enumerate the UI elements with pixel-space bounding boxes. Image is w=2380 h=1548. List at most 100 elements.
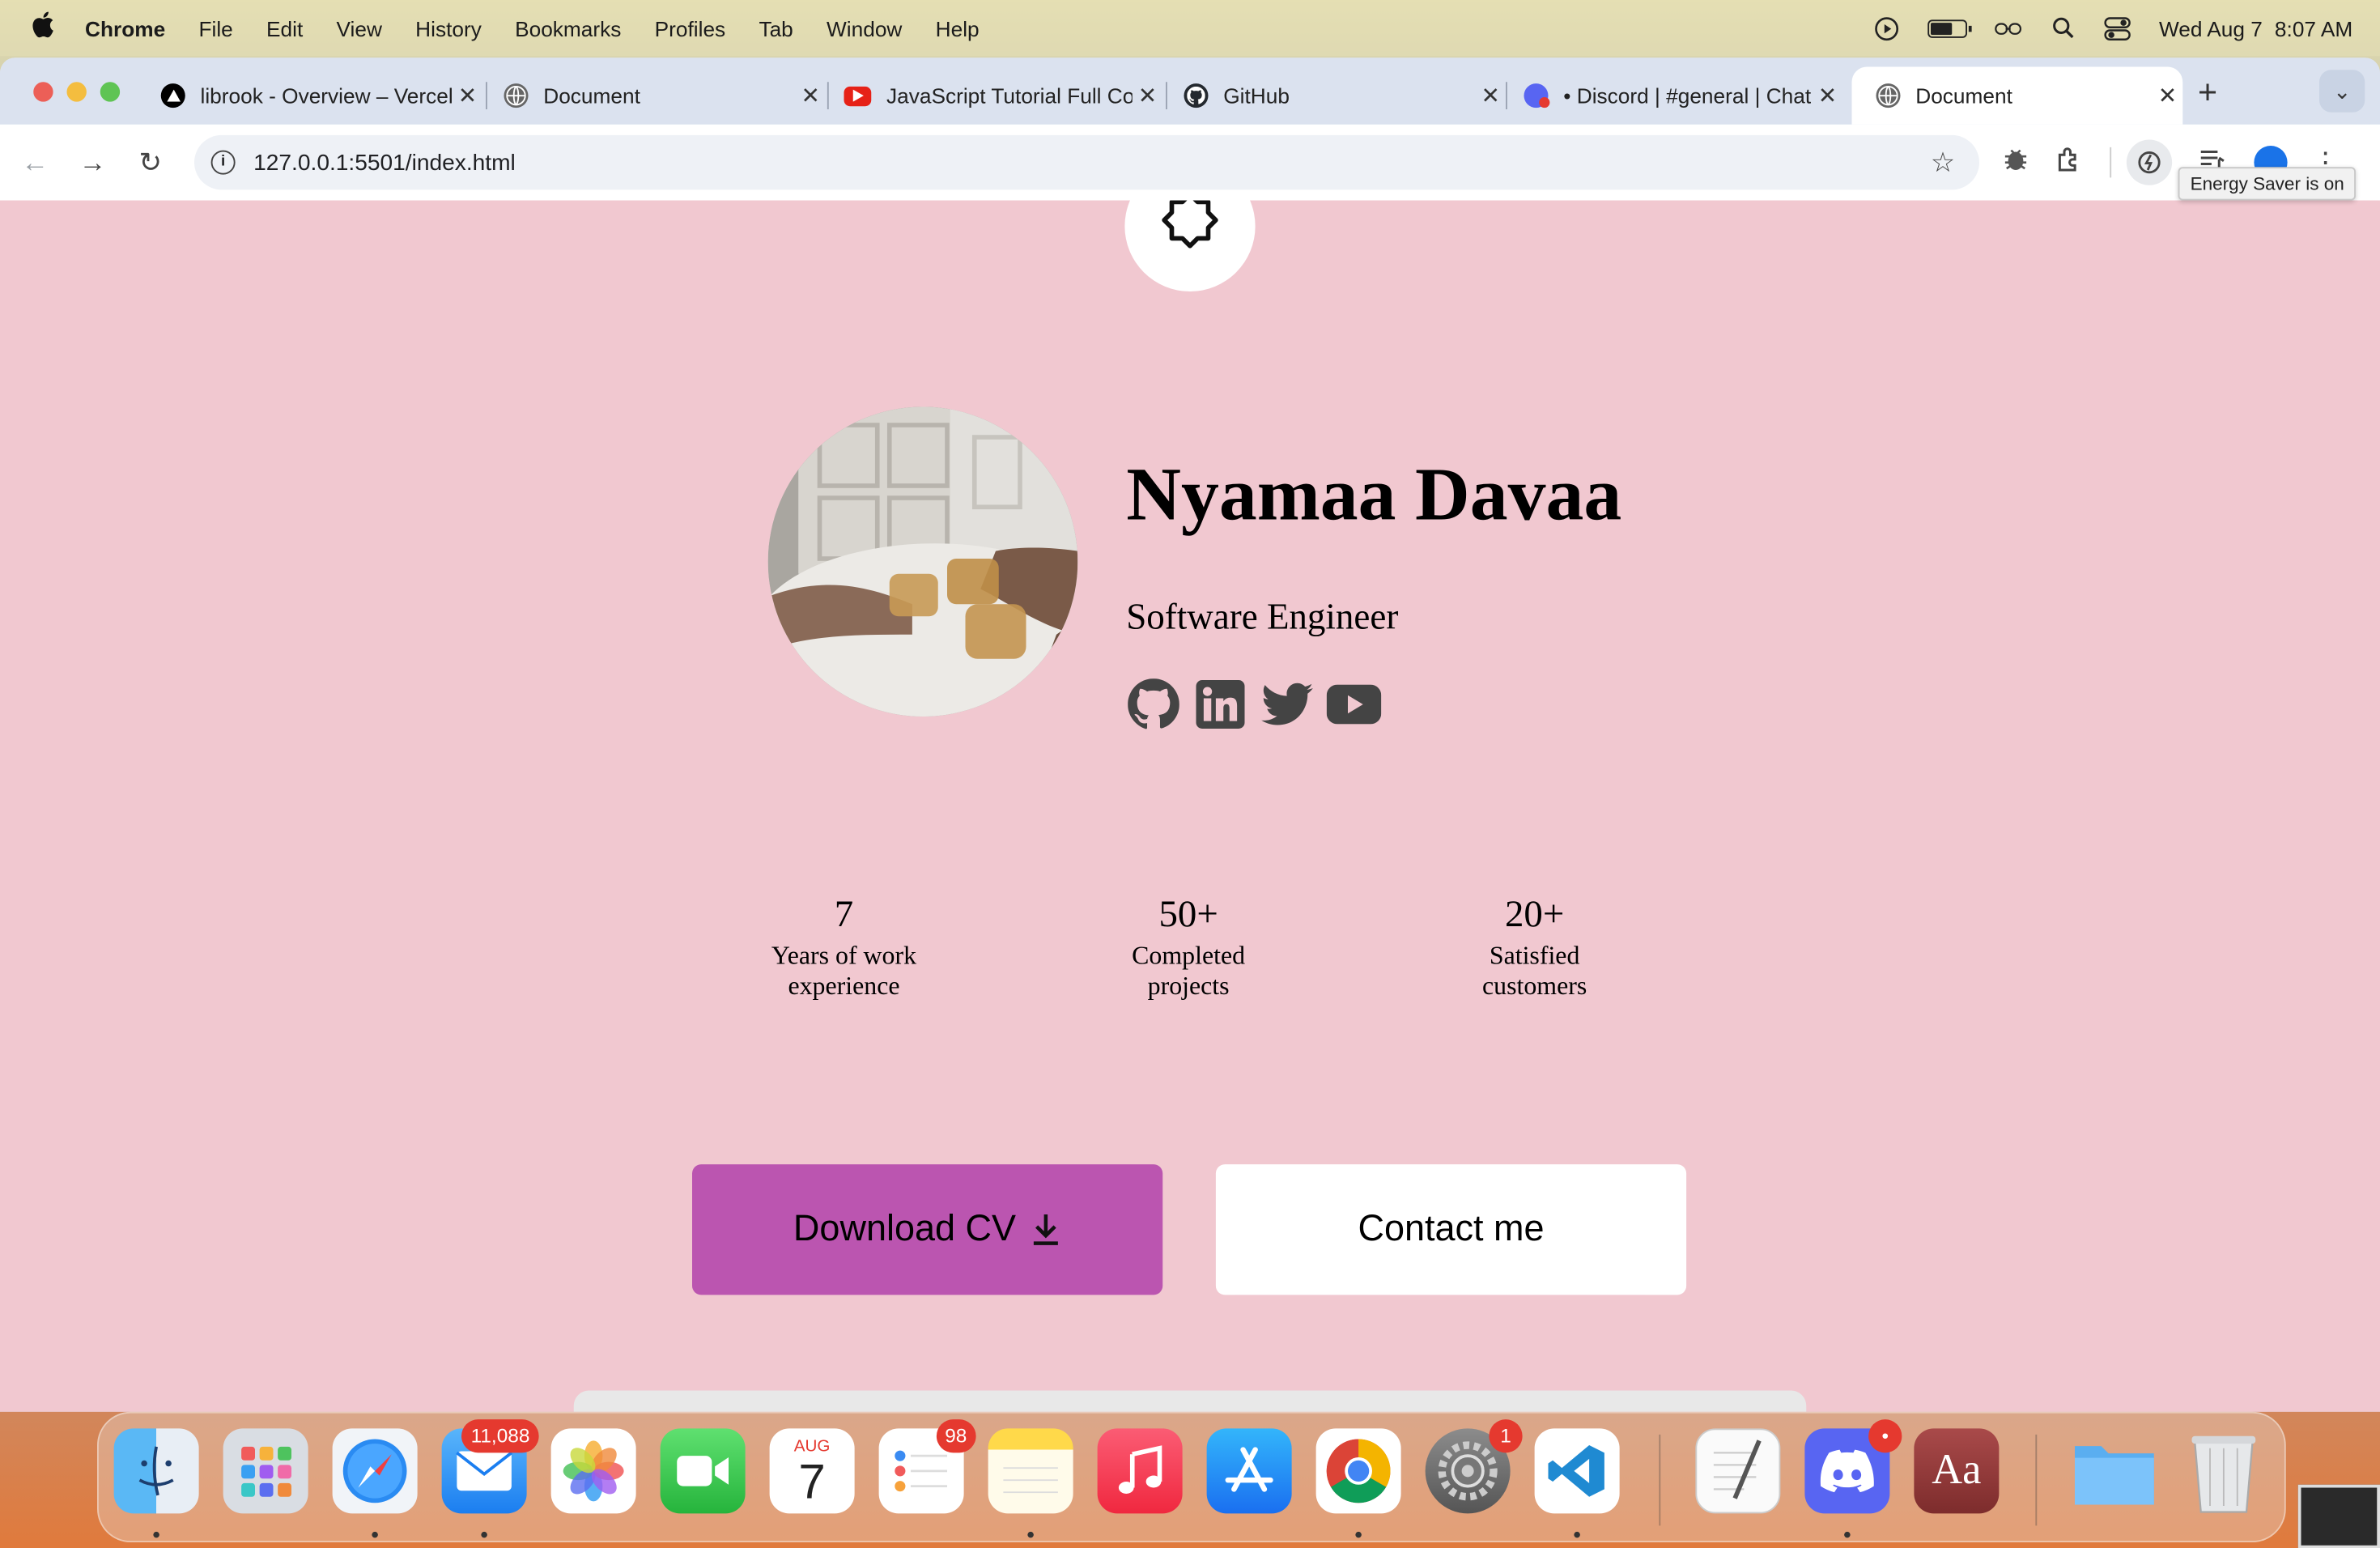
- stat-label: Satisfied customers: [1481, 941, 1587, 1001]
- download-cv-label: Download CV: [793, 1208, 1017, 1250]
- contact-me-button[interactable]: Contact me: [1215, 1164, 1687, 1295]
- tab-youtube[interactable]: JavaScript Tutorial Full Course ✕: [820, 67, 1163, 125]
- bug-extension-icon[interactable]: [2004, 145, 2028, 180]
- menu-edit[interactable]: Edit: [266, 16, 303, 40]
- address-bar[interactable]: i 127.0.0.1:5501/index.html ☆: [194, 134, 1979, 190]
- close-tab-icon[interactable]: ✕: [1813, 82, 1843, 109]
- menu-help[interactable]: Help: [936, 16, 980, 40]
- discord-badge: •: [1868, 1419, 1902, 1453]
- tab-strip: librook - Overview – Vercel ✕ Document ✕…: [0, 57, 2380, 125]
- screen-mirroring-icon[interactable]: [1995, 18, 2022, 39]
- folder-icon[interactable]: [2072, 1428, 2157, 1513]
- theme-toggle-button[interactable]: [1124, 200, 1256, 291]
- tab-search-chevron-icon[interactable]: ⌄: [2319, 70, 2365, 113]
- calendar-day: 7: [798, 1454, 826, 1509]
- discord-icon[interactable]: •: [1804, 1419, 1902, 1514]
- spotlight-search-icon[interactable]: [2050, 17, 2077, 39]
- browser-window: librook - Overview – Vercel ✕ Document ✕…: [0, 57, 2380, 1412]
- forward-arrow-icon[interactable]: →: [64, 147, 121, 178]
- menu-tab[interactable]: Tab: [759, 16, 793, 40]
- menubar-time[interactable]: 8:07 AM: [2275, 16, 2352, 40]
- menu-view[interactable]: View: [336, 16, 381, 40]
- appstore-icon[interactable]: [1206, 1428, 1292, 1514]
- screenshot-thumbnail[interactable]: [2297, 1484, 2380, 1548]
- stat-label: Years of work experience: [771, 941, 917, 1001]
- tab-vercel[interactable]: librook - Overview – Vercel ✕: [137, 67, 483, 125]
- reload-icon[interactable]: ↻: [121, 147, 179, 178]
- stat-label: Completed projects: [1132, 941, 1246, 1001]
- tab-discord[interactable]: • Discord | #general | Chat ✕: [1500, 67, 1843, 125]
- calendar-icon[interactable]: AUG 7: [769, 1428, 855, 1514]
- minimize-window-button[interactable]: [66, 82, 87, 102]
- vscode-icon[interactable]: [1534, 1428, 1620, 1514]
- new-tab-plus-icon[interactable]: +: [2198, 73, 2217, 113]
- tab-github[interactable]: GitHub ✕: [1160, 67, 1507, 125]
- globe-icon: [1876, 83, 1901, 108]
- safari-icon[interactable]: [332, 1428, 418, 1514]
- running-indicator: [1844, 1531, 1851, 1538]
- photos-icon[interactable]: [550, 1428, 636, 1514]
- music-icon[interactable]: [1097, 1428, 1183, 1514]
- menubar-date[interactable]: Wed Aug 7: [2159, 16, 2263, 40]
- settings-icon[interactable]: 1: [1425, 1419, 1523, 1514]
- energy-saver-icon[interactable]: [2126, 139, 2173, 185]
- energy-saver-tooltip: Energy Saver is on: [2178, 167, 2357, 201]
- menu-bookmarks[interactable]: Bookmarks: [515, 16, 621, 40]
- tab-title: • Discord | #general | Chat: [1563, 83, 1812, 108]
- back-arrow-icon[interactable]: ←: [6, 147, 64, 178]
- close-tab-icon[interactable]: ✕: [453, 82, 483, 109]
- linkedin-icon[interactable]: [1193, 677, 1248, 732]
- zoom-window-button[interactable]: [100, 82, 121, 102]
- site-info-icon[interactable]: i: [210, 150, 236, 175]
- extensions-puzzle-icon[interactable]: [2055, 145, 2083, 180]
- running-indicator: [481, 1531, 487, 1538]
- close-tab-icon[interactable]: ✕: [1133, 82, 1163, 109]
- reminders-badge: 98: [935, 1419, 976, 1453]
- trash-icon[interactable]: [2181, 1428, 2266, 1513]
- twitter-icon[interactable]: [1260, 677, 1315, 732]
- discord-icon: [1524, 83, 1549, 108]
- menu-file[interactable]: File: [198, 16, 232, 40]
- menu-history[interactable]: History: [415, 16, 482, 40]
- tab-title: Document: [1915, 83, 2012, 108]
- desktop: Chrome File Edit View History Bookmarks …: [0, 0, 2380, 1548]
- theme-toggle-icon: [1157, 200, 1224, 262]
- globe-icon: [504, 83, 529, 108]
- youtube-icon[interactable]: [1326, 677, 1382, 732]
- textedit-icon[interactable]: [1695, 1428, 1781, 1514]
- stat-value: 50+: [1158, 894, 1218, 935]
- address-url[interactable]: 127.0.0.1:5501/index.html: [253, 150, 516, 176]
- reminders-icon[interactable]: 98: [878, 1419, 976, 1514]
- tab-document[interactable]: Document ✕: [480, 67, 827, 125]
- social-links: [1126, 677, 1382, 732]
- dictionary-icon[interactable]: Aa: [1914, 1428, 2000, 1514]
- notes-icon[interactable]: [988, 1428, 1073, 1514]
- finder-icon[interactable]: [113, 1428, 199, 1514]
- github-icon[interactable]: [1126, 677, 1181, 732]
- chrome-icon[interactable]: [1315, 1428, 1401, 1514]
- now-playing-icon[interactable]: [1873, 16, 1901, 40]
- stat-customers: 20+ Satisfied customers: [1428, 893, 1641, 1002]
- control-center-icon[interactable]: [2104, 16, 2131, 40]
- stat-projects: 50+ Completed projects: [1082, 893, 1295, 1002]
- close-tab-icon[interactable]: ✕: [2153, 82, 2183, 109]
- tab-title: Document: [543, 83, 640, 108]
- download-cv-button[interactable]: Download CV: [692, 1164, 1163, 1295]
- mail-badge: 11,088: [461, 1419, 539, 1453]
- bookmark-star-icon[interactable]: ☆: [1931, 147, 1955, 178]
- menu-window[interactable]: Window: [827, 16, 902, 40]
- launchpad-icon[interactable]: [223, 1428, 308, 1514]
- menu-app-name[interactable]: Chrome: [85, 16, 165, 40]
- dock-separator: [2035, 1434, 2038, 1526]
- battery-icon[interactable]: [1927, 19, 1973, 37]
- tab-document-active[interactable]: Document ✕: [1851, 66, 2183, 125]
- close-window-button[interactable]: [33, 82, 53, 102]
- facetime-icon[interactable]: [660, 1428, 746, 1514]
- apple-menu-icon[interactable]: [0, 11, 85, 45]
- profile-role: Software Engineer: [1126, 598, 1399, 638]
- dictionary-label: Aa: [1932, 1446, 1982, 1494]
- mail-icon[interactable]: 11,088: [441, 1419, 539, 1514]
- running-indicator: [1574, 1531, 1580, 1538]
- menu-profiles[interactable]: Profiles: [655, 16, 726, 40]
- running-indicator: [1027, 1531, 1034, 1538]
